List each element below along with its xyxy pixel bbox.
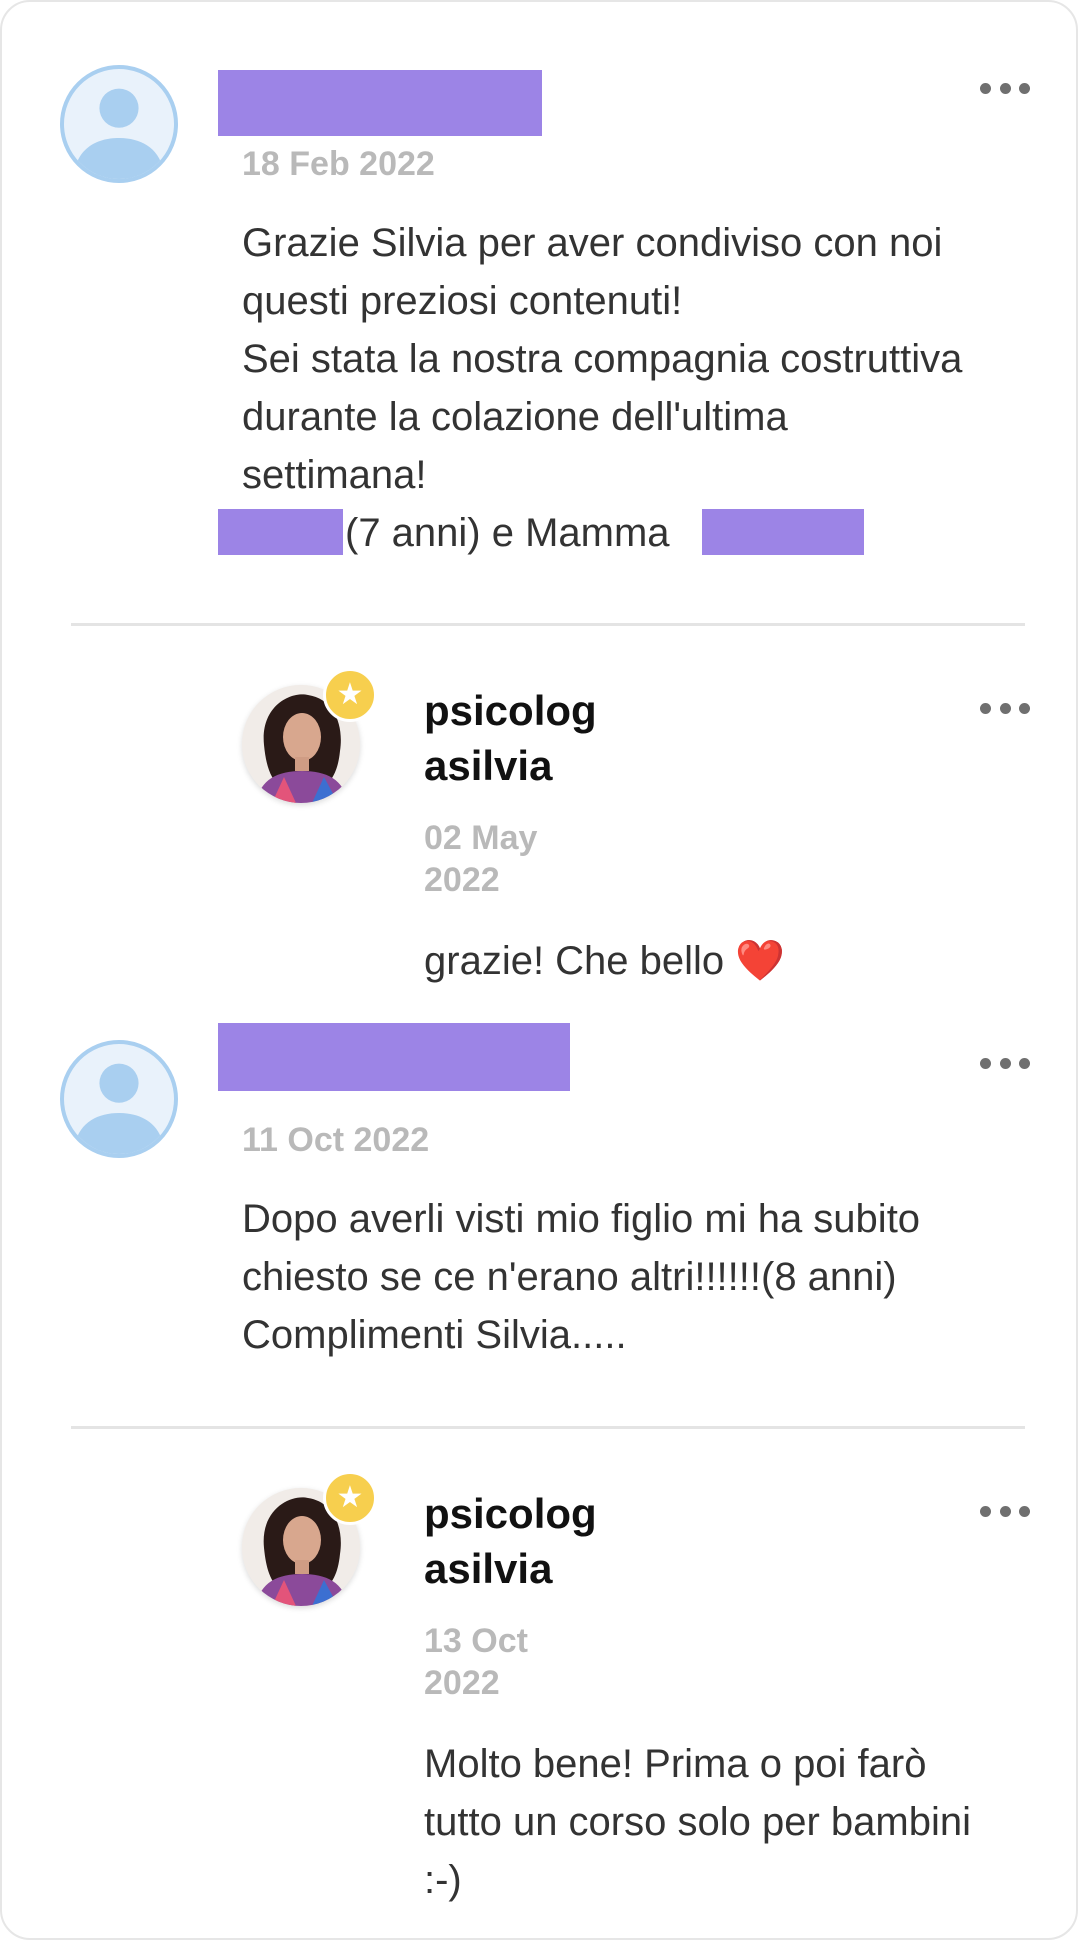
reply-author-line: psicolog: [424, 1490, 597, 1537]
user-avatar[interactable]: [60, 1040, 178, 1158]
reply-author-line: asilvia: [424, 1545, 553, 1592]
more-options-icon[interactable]: [980, 81, 1030, 95]
star-badge-icon: ★: [323, 668, 377, 722]
reply-author[interactable]: psicolog asilvia: [424, 1486, 597, 1596]
reply-text-content: grazie! Che bello: [424, 939, 725, 983]
redacted-child-name: [218, 509, 343, 555]
signature-text: (7 anni) e Mamma: [345, 511, 670, 555]
reply-text-line: Molto bene! Prima o poi farò: [424, 1742, 927, 1786]
reply-author-line: asilvia: [424, 742, 553, 789]
reply-text-line: tutto un corso solo per bambini: [424, 1800, 971, 1844]
reply-text: grazie! Che bello ❤️: [424, 932, 785, 990]
reply-text-line: :-): [424, 1858, 462, 1902]
reply-date-line: 02 May: [424, 819, 538, 857]
comment-text: Grazie Silvia per aver condiviso con noi…: [242, 214, 1042, 504]
comment-text-line: questi preziosi contenuti!: [242, 279, 683, 323]
more-options-icon[interactable]: [980, 701, 1030, 715]
redacted-mother-name: [702, 509, 864, 555]
comments-card: 18 Feb 2022 Grazie Silvia per aver condi…: [0, 0, 1078, 1940]
comment-text-line: Dopo averli visti mio figlio mi ha subit…: [242, 1197, 921, 1241]
redacted-username: [218, 70, 542, 136]
reply-text: Molto bene! Prima o poi farò tutto un co…: [424, 1735, 1044, 1909]
heart-emoji: ❤️: [735, 939, 786, 983]
more-options-icon[interactable]: [980, 1504, 1030, 1518]
reply-date-line: 2022: [424, 861, 500, 899]
comment-date: 11 Oct 2022: [242, 1121, 430, 1159]
user-silhouette-icon: [73, 88, 165, 179]
redacted-username: [218, 1023, 570, 1091]
user-avatar[interactable]: [60, 65, 178, 183]
more-options-icon[interactable]: [980, 1056, 1030, 1070]
comment-text: Dopo averli visti mio figlio mi ha subit…: [242, 1190, 1042, 1364]
reply-author[interactable]: psicolog asilvia: [424, 683, 597, 793]
comment-text-line: Grazie Silvia per aver condiviso con noi: [242, 221, 943, 265]
reply-author-line: psicolog: [424, 687, 597, 734]
comment-text-line: chiesto se ce n'erano altri!!!!!!(8 anni…: [242, 1255, 897, 1299]
comment-text-line: durante la colazione dell'ultima: [242, 395, 788, 439]
reply-date: 13 Oct 2022: [424, 1620, 528, 1704]
comment-text-line: Sei stata la nostra compagnia costruttiv…: [242, 337, 963, 381]
user-silhouette-icon: [73, 1063, 165, 1154]
comment-text-line: settimana!: [242, 453, 427, 497]
star-badge-icon: ★: [323, 1471, 377, 1525]
comment-date: 18 Feb 2022: [242, 145, 435, 183]
comment-divider: [71, 1426, 1025, 1429]
comment-divider: [71, 623, 1025, 626]
reply-date-line: 13 Oct: [424, 1622, 528, 1660]
reply-date: 02 May 2022: [424, 817, 537, 901]
reply-date-line: 2022: [424, 1664, 500, 1702]
comment-text-line: Complimenti Silvia.....: [242, 1313, 627, 1357]
